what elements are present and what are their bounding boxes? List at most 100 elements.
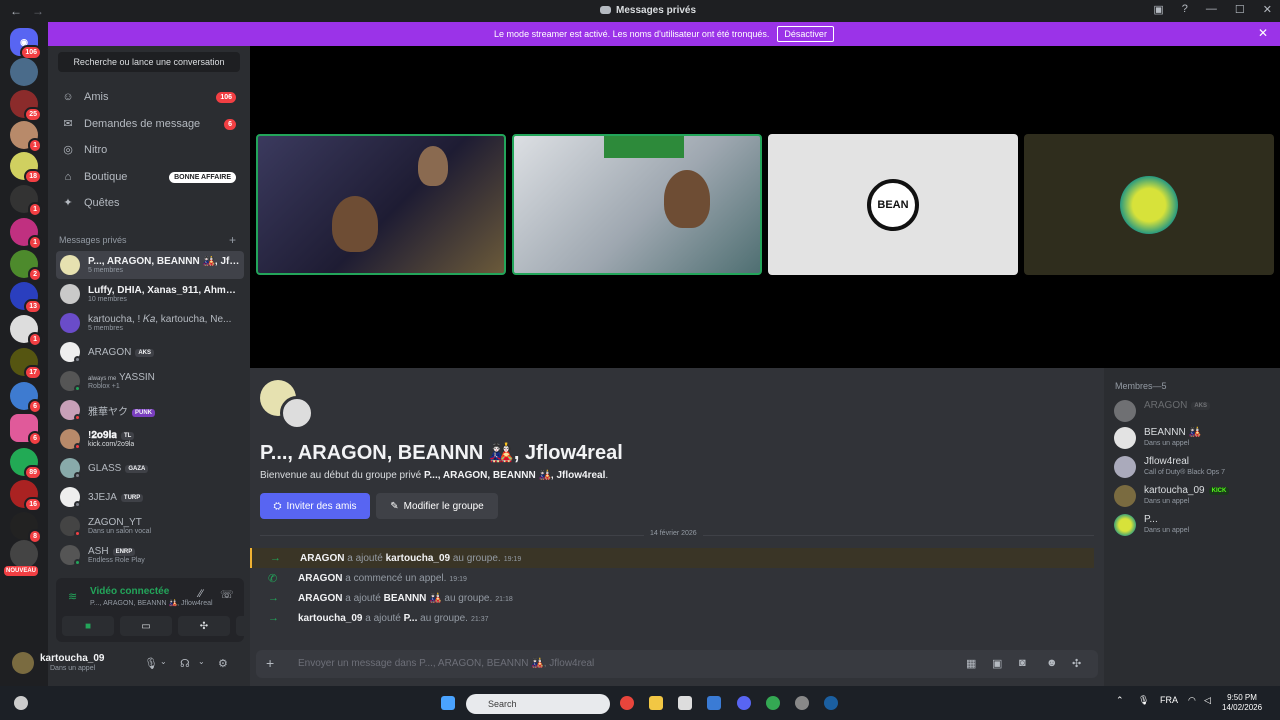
server-icon[interactable]: 2 [10,250,42,282]
avatar [60,284,80,304]
discord-taskbar-icon[interactable] [737,696,751,710]
message-composer[interactable]: + Envoyer un message dans P..., ARAGON, … [256,650,1098,678]
member-item[interactable]: P... Dans un appel [1114,512,1274,538]
disconnect-call-icon[interactable]: ☏ [220,588,234,601]
server-icon[interactable]: 25 [10,90,42,122]
file-explorer-icon[interactable] [649,696,663,710]
server-icon[interactable]: 18 [10,152,42,184]
disable-streamer-button[interactable]: Désactiver [777,26,834,42]
volume-icon[interactable]: ◁ [1204,695,1211,706]
camera-button[interactable]: ■ [62,616,114,636]
dm-item[interactable]: !𝟐𝐨𝟗𝐥𝐚 TL kick.com/2o9la [56,425,244,453]
banner-text: Le mode streamer est activé. Les noms d'… [494,29,770,39]
wifi-icon[interactable]: ◠ [1188,695,1196,706]
screen-share-button[interactable]: ▭ [120,616,172,636]
dm-item[interactable]: Luffy, DHIA, Xanas_911, Ahmed... 10 membr… [56,280,244,308]
participant-video [418,146,448,186]
dm-item[interactable]: ARAGON AKS [56,338,244,366]
nav-friends[interactable]: ☺ Amis 106 [56,85,242,109]
member-item[interactable]: Jflow4real Call of Duty® Black Ops 7 [1114,454,1274,480]
server-icon[interactable]: 8 [10,512,42,544]
server-icon[interactable]: 1 [10,185,42,217]
emoji-icon[interactable]: ☻ [1046,657,1058,669]
server-icon[interactable]: 89 [10,448,42,480]
user-panel: kartoucha_09 Dans un appel 🎙 ⌄ ☊ ⌄ ⚙ [12,648,244,678]
badge: 16 [24,497,42,512]
server-icon[interactable]: 1 [10,121,42,153]
activities-button[interactable]: ✣ [178,616,230,636]
server-icon[interactable]: 13 [10,282,42,314]
chrome-icon[interactable] [766,696,780,710]
clock[interactable]: 9:50 PM 14/02/2026 [1222,693,1262,713]
forward-arrow-icon[interactable]: → [32,4,44,18]
edit-group-button[interactable]: ✎ Modifier le groupe [376,493,498,519]
server-icon[interactable]: 17 [10,348,42,380]
video-tile[interactable] [256,134,506,275]
avatar[interactable] [12,652,34,674]
home-discord-icon[interactable]: ◉ 106 [10,28,42,60]
nav-message-requests[interactable]: ✉ Demandes de message 6 [56,112,242,136]
member-item[interactable]: BEANNN 🎎 Dans un appel [1114,425,1274,451]
server-icon[interactable]: 1 [10,218,42,250]
server-icon[interactable]: 6 [10,382,42,414]
windows-start-icon[interactable] [441,696,455,710]
minimize-icon[interactable]: — [1206,3,1217,16]
settings-gear-icon[interactable]: ⚙ [218,657,228,670]
invite-friends-button[interactable]: ⛭ Inviter des amis [260,493,370,519]
microphone-icon[interactable]: 🎙 [1138,695,1149,706]
close-window-icon[interactable]: ✕ [1263,3,1272,16]
dm-item[interactable]: 雅華ヤク PUNK [56,396,244,424]
voice-channel-name[interactable]: P..., ARAGON, BEANNN 🎎, Jflow4real [90,599,213,607]
noise-suppression-icon[interactable]: ∕∕ [199,588,203,600]
message-input[interactable]: Envoyer un message dans P..., ARAGON, BE… [298,658,594,669]
server-icon[interactable]: 6 [10,414,42,446]
taskbar-search[interactable]: Search [466,694,610,714]
apps-icon[interactable]: ✣ [1072,657,1081,670]
dm-item[interactable]: 3JEJA TURP [56,483,244,511]
chevron-down-icon[interactable]: ⌄ [198,657,205,666]
back-arrow-icon[interactable]: ← [10,4,22,18]
server-icon[interactable]: 1 [10,315,42,347]
server-icon[interactable]: NOUVEAU [4,540,39,576]
dm-item[interactable]: always me YASSIN Roblox +1 [56,367,244,395]
video-tile[interactable] [1024,134,1274,275]
app-icon[interactable] [795,696,809,710]
maximize-icon[interactable]: ☐ [1235,3,1245,16]
dm-item[interactable]: ASH ENRP Endless Role Play [56,541,244,569]
steam-icon[interactable] [824,696,838,710]
help-icon[interactable]: ? [1182,3,1188,16]
chevron-up-icon[interactable]: ⌃ [1116,695,1124,706]
gif-icon[interactable]: ▣ [992,657,1002,670]
video-tile[interactable]: BEAN [768,134,1018,275]
date-divider: 14 février 2026 [260,530,1094,537]
avatar [60,371,81,392]
nav-quests[interactable]: ✦ Quêtes [56,191,242,215]
add-attachment-icon[interactable]: + [266,655,274,671]
store-icon[interactable] [678,696,692,710]
sticker-icon[interactable]: ◙ [1019,657,1026,669]
app-icon[interactable] [707,696,721,710]
member-item[interactable]: ARAGON AKS [1114,398,1274,424]
dm-item[interactable]: P..., ARAGON, BEANNN 🎎, Jfl... 5 membres [56,251,244,279]
video-tile[interactable] [512,134,762,275]
weather-icon[interactable] [14,696,28,710]
dm-item[interactable]: GLASS GAZA [56,454,244,482]
language-indicator[interactable]: FRA [1160,695,1178,705]
count-badge: 6 [224,118,236,130]
chrome-icon[interactable] [620,696,634,710]
close-banner-icon[interactable]: ✕ [1258,26,1268,40]
nav-shop[interactable]: ⌂ Boutique BONNE AFFAIRE [56,165,242,189]
inbox-icon[interactable]: ▣ [1153,3,1163,16]
nav-nitro[interactable]: ◎ Nitro [56,138,242,162]
server-icon[interactable] [10,58,38,86]
search-conversation-button[interactable]: Recherche ou lance une conversation [58,52,240,72]
headphones-icon[interactable]: ☊ [180,657,190,670]
chevron-down-icon[interactable]: ⌄ [160,657,167,666]
add-dm-icon[interactable]: + [229,233,236,247]
microphone-icon[interactable]: 🎙 [144,657,158,670]
server-icon[interactable]: 16 [10,480,42,512]
dm-item[interactable]: ZAGON_YT Dans un salon vocal [56,512,244,540]
dm-item[interactable]: kartoucha, ! 𝐾𝑎, kartoucha, Ne... 5 membr… [56,309,244,337]
member-item[interactable]: kartoucha_09 KICK Dans un appel [1114,483,1274,509]
gift-icon[interactable]: ▦ [966,657,976,670]
